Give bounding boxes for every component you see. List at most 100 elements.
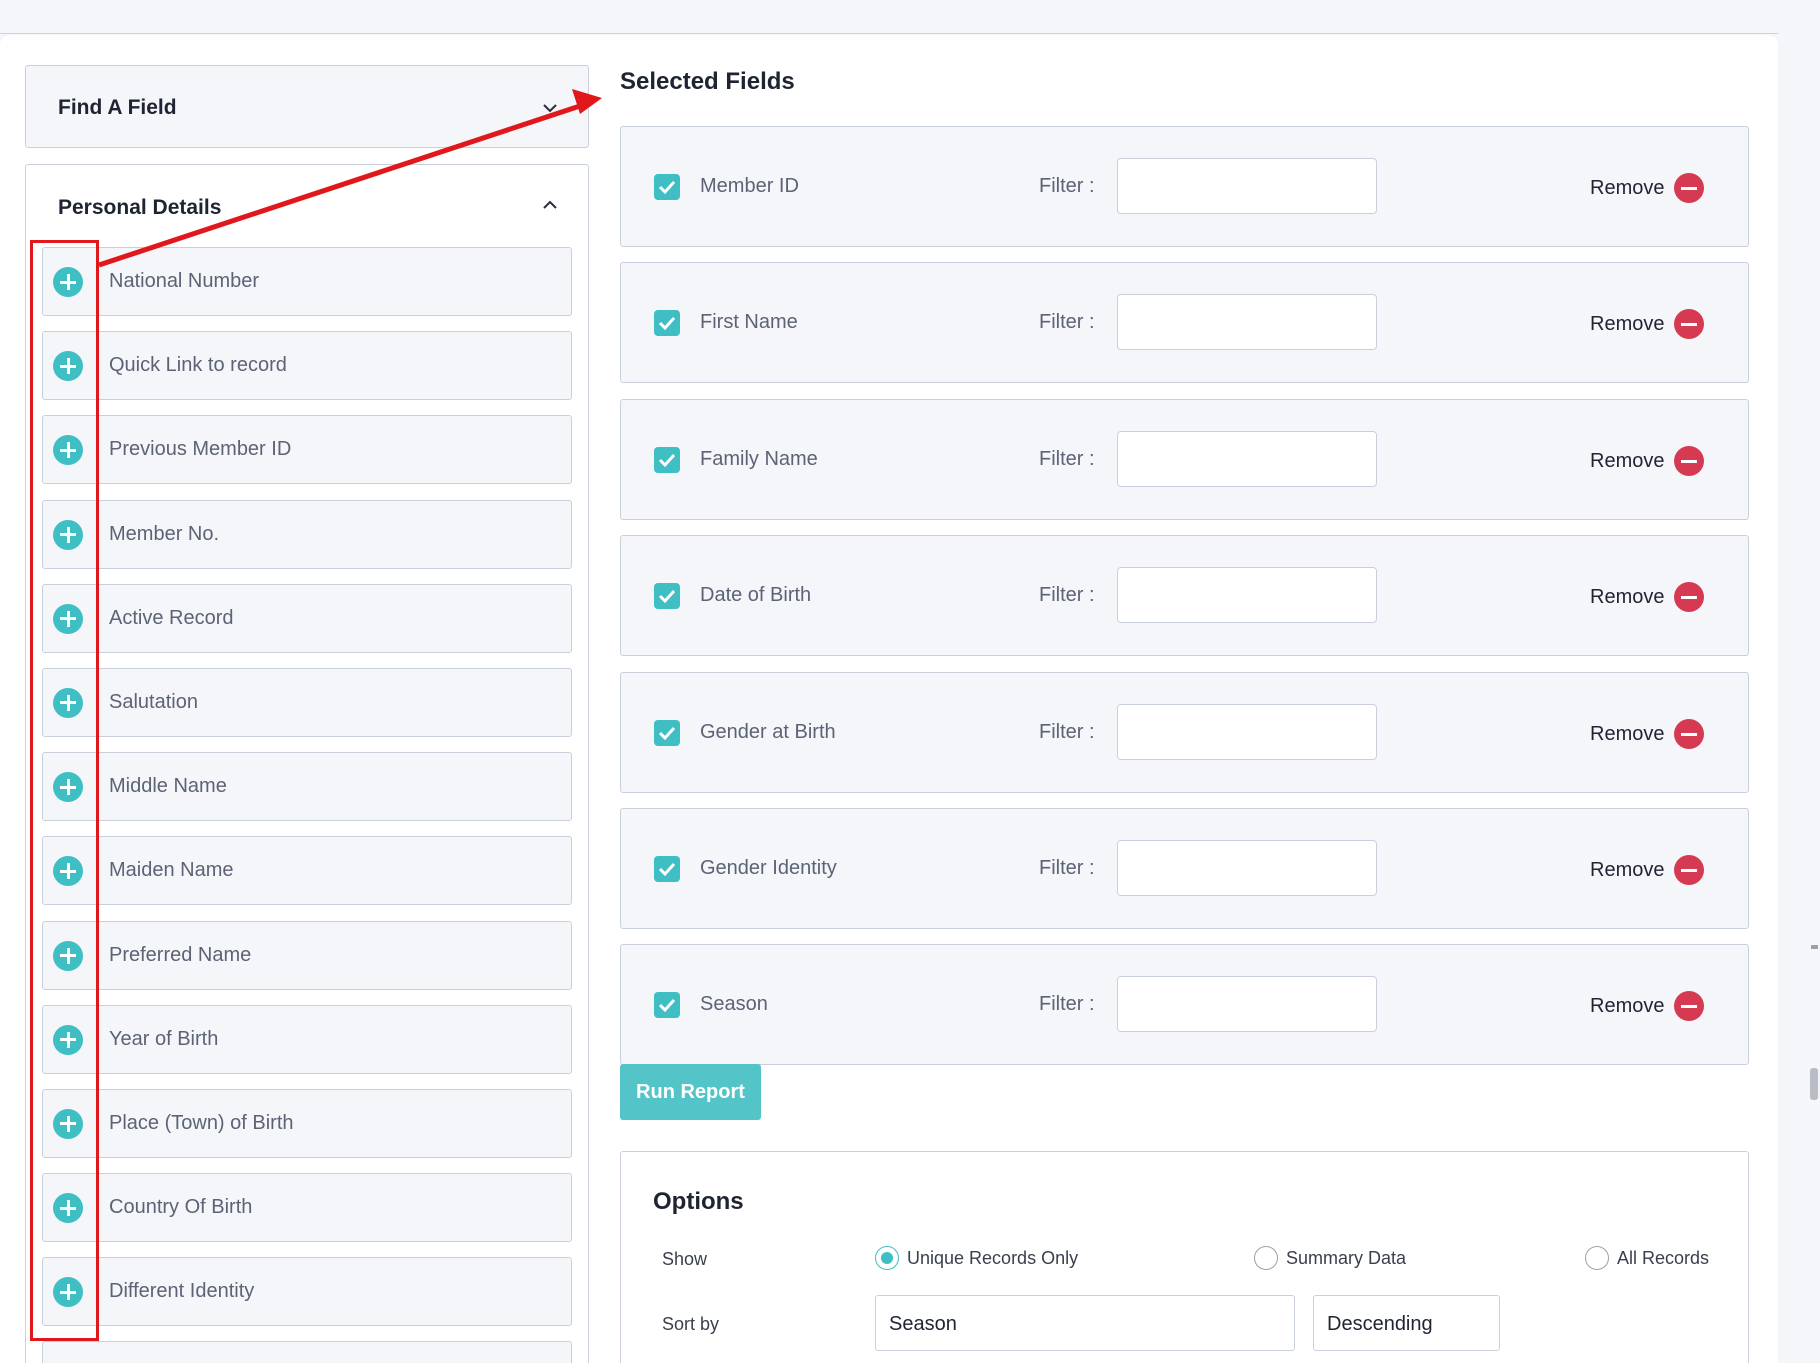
show-label: Show: [662, 1249, 708, 1269]
radio-empty-icon[interactable]: [1585, 1246, 1609, 1270]
remove-label: Remove: [1590, 585, 1665, 608]
remove-button[interactable]: Remove: [1590, 581, 1705, 613]
selected-field-label: Season: [700, 993, 768, 1015]
filter-input[interactable]: [1117, 840, 1377, 896]
scrollbar-arrow[interactable]: [1811, 945, 1818, 949]
sort-field-select[interactable]: Season: [875, 1295, 1295, 1351]
field-label: Preferred Name: [109, 943, 252, 966]
annotation-highlight-box: [30, 240, 99, 1341]
remove-label: Remove: [1590, 312, 1665, 335]
chevron-up-icon[interactable]: [542, 197, 558, 213]
top-bar: [0, 0, 1778, 34]
radio-selected-icon[interactable]: [875, 1246, 899, 1270]
remove-label: Remove: [1590, 176, 1665, 199]
remove-label: Remove: [1590, 994, 1665, 1017]
filter-label: Filter :: [1039, 311, 1095, 333]
sort-order-select[interactable]: Descending: [1313, 1295, 1500, 1351]
field-item-year-of-birth[interactable]: Year of Birth: [42, 1004, 572, 1074]
selected-row-season: Season Filter : Remove: [620, 944, 1749, 1065]
personal-details-accordion: Personal Details National Number Quick L…: [25, 164, 589, 1363]
selected-fields-title: Selected Fields: [620, 68, 795, 95]
minus-circle-icon[interactable]: [1674, 446, 1705, 476]
field-item-member-no[interactable]: Member No.: [42, 499, 572, 569]
selected-row-family-name: Family Name Filter : Remove: [620, 399, 1749, 520]
field-item-country-of-birth[interactable]: Country Of Birth: [42, 1173, 572, 1243]
field-item-preferred-name[interactable]: Preferred Name: [42, 920, 572, 990]
filter-input[interactable]: [1117, 294, 1377, 350]
checkbox-checked-icon[interactable]: [654, 583, 680, 609]
remove-label: Remove: [1590, 858, 1665, 881]
field-item-partial[interactable]: [42, 1341, 572, 1363]
filter-label: Filter :: [1039, 175, 1095, 197]
field-label: Place (Town) of Birth: [109, 1111, 294, 1134]
checkbox-checked-icon[interactable]: [654, 310, 680, 336]
remove-label: Remove: [1590, 449, 1665, 472]
radio-all-records[interactable]: All Records: [1585, 1246, 1709, 1270]
remove-label: Remove: [1590, 722, 1665, 745]
radio-unique-records[interactable]: Unique Records Only: [875, 1246, 1078, 1270]
options-panel: Options Show Unique Records Only Summary…: [620, 1151, 1749, 1363]
field-item-national-number[interactable]: National Number: [42, 247, 572, 316]
field-label: Maiden Name: [109, 859, 234, 882]
run-report-button[interactable]: Run Report: [620, 1064, 761, 1120]
selected-row-gender-at-birth: Gender at Birth Filter : Remove: [620, 672, 1749, 793]
remove-button[interactable]: Remove: [1590, 172, 1705, 204]
selected-row-date-of-birth: Date of Birth Filter : Remove: [620, 535, 1749, 656]
filter-label: Filter :: [1039, 448, 1095, 470]
selected-row-member-id: Member ID Filter : Remove: [620, 126, 1749, 247]
checkbox-checked-icon[interactable]: [654, 856, 680, 882]
available-field-list: National Number Quick Link to record Pre…: [42, 247, 572, 1363]
filter-input[interactable]: [1117, 431, 1377, 487]
checkbox-checked-icon[interactable]: [654, 174, 680, 200]
personal-details-title: Personal Details: [58, 196, 222, 219]
field-label: National Number: [109, 270, 260, 292]
find-a-field-title: Find A Field: [58, 96, 177, 119]
filter-input[interactable]: [1117, 158, 1377, 214]
radio-label: Summary Data: [1286, 1247, 1407, 1268]
remove-button[interactable]: Remove: [1590, 854, 1705, 886]
selected-row-gender-identity: Gender Identity Filter : Remove: [620, 808, 1749, 929]
filter-label: Filter :: [1039, 857, 1095, 879]
field-label: Previous Member ID: [109, 438, 292, 461]
minus-circle-icon[interactable]: [1674, 719, 1705, 749]
field-label: Year of Birth: [109, 1027, 219, 1050]
radio-label: Unique Records Only: [907, 1247, 1079, 1268]
chevron-down-icon[interactable]: [542, 100, 558, 116]
field-item-quick-link[interactable]: Quick Link to record: [42, 331, 572, 401]
field-item-active-record[interactable]: Active Record: [42, 583, 572, 653]
remove-button[interactable]: Remove: [1590, 990, 1705, 1022]
radio-empty-icon[interactable]: [1254, 1246, 1278, 1270]
remove-button[interactable]: Remove: [1590, 718, 1705, 750]
selected-field-label: Member ID: [700, 175, 799, 197]
sort-by-label: Sort by: [662, 1314, 720, 1334]
checkbox-checked-icon[interactable]: [654, 447, 680, 473]
filter-label: Filter :: [1039, 721, 1095, 743]
field-label: Salutation: [109, 690, 198, 713]
remove-button[interactable]: Remove: [1590, 308, 1705, 340]
find-a-field-accordion[interactable]: Find A Field: [25, 65, 589, 148]
selected-field-label: Gender at Birth: [700, 721, 836, 743]
remove-button[interactable]: Remove: [1590, 445, 1705, 477]
field-item-middle-name[interactable]: Middle Name: [42, 752, 572, 822]
minus-circle-icon[interactable]: [1674, 855, 1705, 885]
field-item-previous-member-id[interactable]: Previous Member ID: [42, 415, 572, 485]
options-title: Options: [653, 1188, 744, 1215]
field-item-maiden-name[interactable]: Maiden Name: [42, 836, 572, 906]
filter-input[interactable]: [1117, 976, 1377, 1032]
minus-circle-icon[interactable]: [1674, 582, 1705, 612]
minus-circle-icon[interactable]: [1674, 991, 1705, 1021]
field-label: Country Of Birth: [109, 1196, 253, 1219]
scrollbar-thumb[interactable]: [1810, 1068, 1818, 1100]
field-item-place-of-birth[interactable]: Place (Town) of Birth: [42, 1088, 572, 1158]
filter-input[interactable]: [1117, 704, 1377, 760]
minus-circle-icon[interactable]: [1674, 173, 1705, 203]
minus-circle-icon[interactable]: [1674, 309, 1705, 339]
field-item-salutation[interactable]: Salutation: [42, 667, 572, 737]
field-item-different-identity[interactable]: Different Identity: [42, 1257, 572, 1327]
checkbox-checked-icon[interactable]: [654, 720, 680, 746]
filter-input[interactable]: [1117, 567, 1377, 623]
checkbox-checked-icon[interactable]: [654, 992, 680, 1018]
radio-summary-data[interactable]: Summary Data: [1254, 1246, 1406, 1270]
selected-field-label: Date of Birth: [700, 584, 812, 606]
field-label: Different Identity: [109, 1280, 255, 1303]
